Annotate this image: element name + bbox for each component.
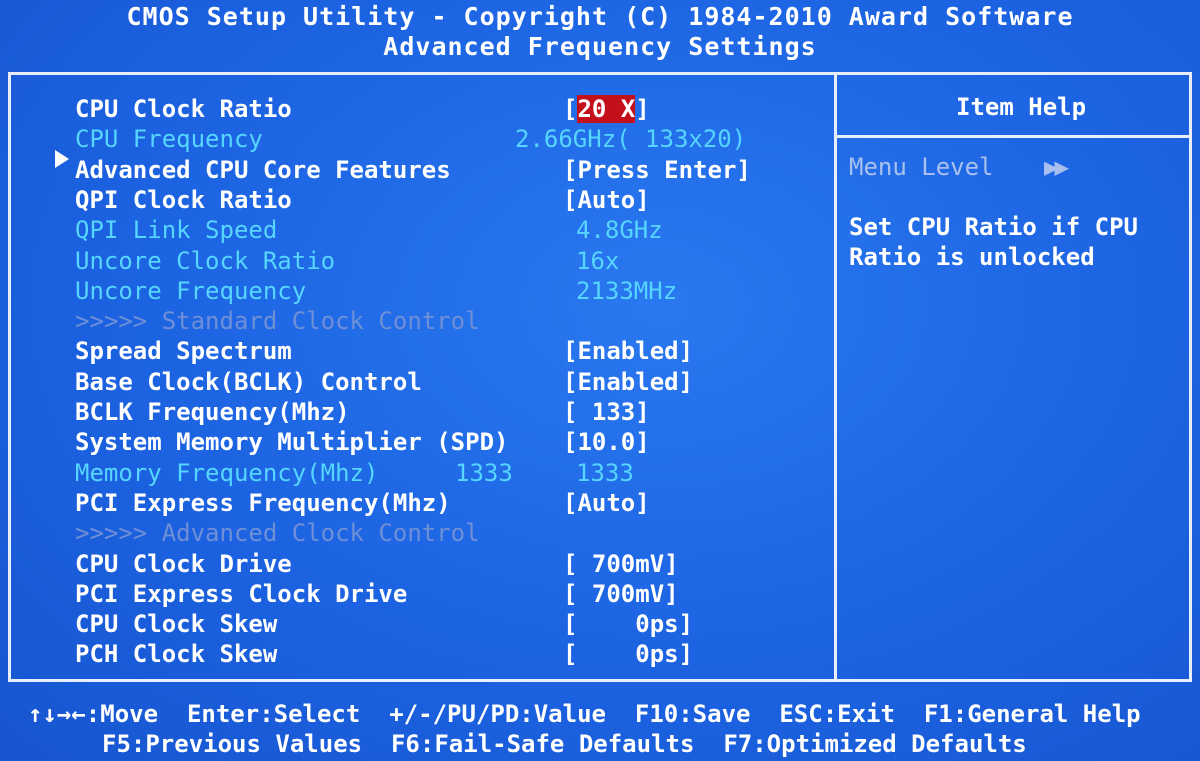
setting-label[interactable]: PCI Express Clock Drive <box>75 579 407 609</box>
submenu-arrow-icon <box>55 149 69 168</box>
item-help-title: Item Help <box>956 93 1087 121</box>
setting-label[interactable]: Advanced CPU Core Features <box>75 155 451 185</box>
setting-label[interactable]: CPU Clock Ratio <box>75 94 292 124</box>
help-separator <box>837 135 1192 138</box>
setting-value[interactable]: [Enabled] <box>563 336 693 366</box>
help-text-line2: Ratio is unlocked <box>849 243 1095 271</box>
setting-label[interactable]: CPU Clock Skew <box>75 609 277 639</box>
menu-level-arrows-icon: ▶▶ <box>1044 153 1069 181</box>
setting-label[interactable]: BCLK Frequency(Mhz) <box>75 397 350 427</box>
setting-label: Memory Frequency(Mhz) <box>75 458 379 487</box>
setting-value[interactable]: [Auto] <box>563 488 650 518</box>
setting-extra-value: 1333 <box>455 458 513 487</box>
bios-screen: CMOS Setup Utility - Copyright (C) 1984-… <box>0 0 1200 761</box>
setting-value[interactable]: [10.0] <box>563 427 650 457</box>
setting-value: 2.66GHz( 133x20) <box>515 125 747 154</box>
footer-keys-line2: F5:Previous Values F6:Fail-Safe Defaults… <box>102 730 1027 758</box>
settings-frame: CPU Clock Ratio [20 X] CPU Frequency 2.66GH… <box>8 72 1192 682</box>
setting-value[interactable]: [ 133] <box>563 397 650 427</box>
setting-label[interactable]: Base Clock(BCLK) Control <box>75 367 422 397</box>
setting-label: QPI Link Speed <box>75 216 278 245</box>
setting-label[interactable]: PCI Express Frequency(Mhz) <box>75 488 451 518</box>
setting-label[interactable]: QPI Clock Ratio <box>75 185 292 215</box>
help-text-line1: Set CPU Ratio if CPU <box>849 213 1138 241</box>
setting-value[interactable]: [ 700mV] <box>563 579 679 609</box>
setting-value[interactable]: [20 X] <box>563 94 650 124</box>
setting-label[interactable]: System Memory Multiplier (SPD) <box>75 427 508 457</box>
setting-label[interactable]: PCH Clock Skew <box>75 639 277 669</box>
setting-label: Uncore Clock Ratio <box>75 246 336 275</box>
setting-value[interactable]: [Auto] <box>563 185 650 215</box>
setting-value[interactable]: [Enabled] <box>563 367 693 397</box>
setting-label[interactable]: CPU Clock Drive <box>75 549 292 579</box>
selected-value[interactable]: 20 X <box>577 95 636 123</box>
panel-divider <box>834 75 837 679</box>
setting-label: CPU Frequency <box>75 125 263 154</box>
setting-value[interactable]: [ 700mV] <box>563 549 679 579</box>
header-title: CMOS Setup Utility - Copyright (C) 1984-… <box>126 2 1074 31</box>
setting-label[interactable]: Spread Spectrum <box>75 336 292 366</box>
setting-value: 2133MHz <box>576 276 678 305</box>
setting-value[interactable]: [Press Enter] <box>563 155 751 185</box>
setting-label: Uncore Frequency <box>75 276 307 305</box>
setting-value[interactable]: [ 0ps] <box>563 609 693 639</box>
setting-value: 1333 <box>576 458 634 487</box>
menu-level-label: Menu Level <box>849 153 994 181</box>
setting-label: >>>>> Advanced Clock Control <box>75 519 480 548</box>
setting-value[interactable]: [ 0ps] <box>563 639 693 669</box>
setting-value: 16x <box>576 246 620 275</box>
value-bracket-close: ] <box>635 95 650 123</box>
footer-keys-line1: ↑↓→←:Move Enter:Select +/-/PU/PD:Value F… <box>28 700 1141 728</box>
value-bracket-open: [ <box>563 95 578 123</box>
setting-value: 4.8GHz <box>576 216 663 245</box>
page-title: Advanced Frequency Settings <box>383 32 817 61</box>
setting-label: >>>>> Standard Clock Control <box>75 307 480 336</box>
